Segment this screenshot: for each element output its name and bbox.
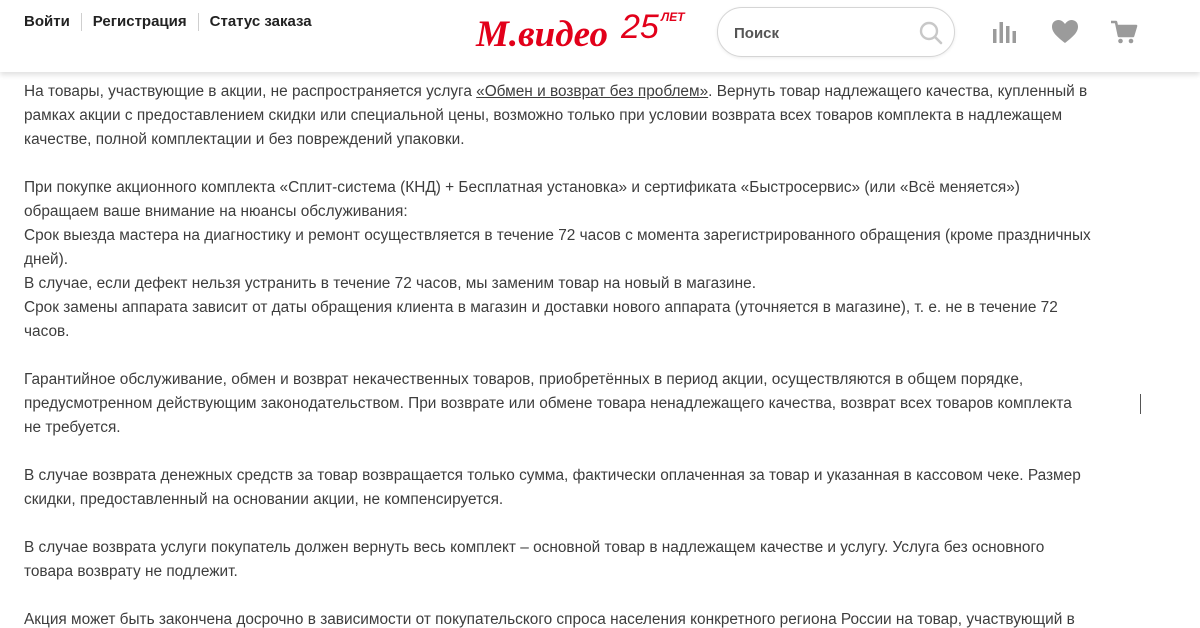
terms-paragraph: В случае возврата услуги покупатель долж… — [24, 536, 1164, 584]
compare-icon[interactable] — [990, 17, 1020, 47]
logo-anniversary-word: ЛЕТ — [660, 10, 686, 24]
site-header: Войти Регистрация Статус заказа М.видео … — [0, 0, 1200, 72]
terms-paragraph: На товары, участвующие в акции, не распр… — [24, 80, 1164, 152]
nav-divider — [80, 13, 82, 31]
top-nav: Войти Регистрация Статус заказа — [24, 12, 312, 32]
text-line: качестве, полной комплектации и без повр… — [24, 131, 465, 148]
terms-paragraph: Акция может быть закончена досрочно в за… — [24, 608, 1164, 628]
text-line: рамках акции с предоставлением скидки ил… — [24, 107, 1063, 124]
brand-logo[interactable]: М.видео 25 ЛЕТ — [474, 4, 694, 52]
heart-icon[interactable] — [1050, 17, 1080, 47]
text-line: не требуется. — [24, 419, 121, 436]
text-line: дней). — [24, 251, 69, 268]
promo-terms-text: На товары, участвующие в акции, не распр… — [24, 80, 1164, 628]
register-link[interactable]: Регистрация — [93, 12, 187, 32]
terms-paragraph: Гарантийное обслуживание, обмен и возвра… — [24, 368, 1164, 440]
text-line: товара возврату не подлежит. — [24, 563, 238, 580]
text-fragment: На товары, участвующие в акции, не распр… — [24, 83, 477, 100]
text-line: Гарантийное обслуживание, обмен и возвра… — [24, 371, 1024, 388]
text-line: обращаем ваше внимание на нюансы обслужи… — [24, 203, 408, 220]
cart-icon[interactable] — [1109, 17, 1139, 47]
logo-anniversary-number: 25 — [620, 8, 659, 46]
text-line: В случае возврата услуги покупатель долж… — [24, 539, 1045, 556]
text-line: На товары, участвующие в акции, не распр… — [24, 80, 1164, 104]
text-line: Срок выезда мастера на диагностику и рем… — [24, 227, 1091, 244]
terms-paragraph: В случае возврата денежных средств за то… — [24, 464, 1164, 512]
nav-divider — [197, 13, 199, 31]
text-line: Акция может быть закончена досрочно в за… — [24, 611, 1075, 628]
page: Войти Регистрация Статус заказа М.видео … — [0, 0, 1200, 628]
text-line: При покупке акционного комплекта «Сплит-… — [24, 179, 1020, 196]
text-fragment: . Вернуть товар надлежащего качества, ку… — [708, 83, 1088, 100]
search-icon[interactable] — [918, 20, 944, 46]
terms-paragraph: При покупке акционного комплекта «Сплит-… — [24, 176, 1164, 344]
text-line: В случае, если дефект нельзя устранить в… — [24, 275, 756, 292]
search-box — [717, 7, 955, 57]
text-line: В случае возврата денежных средств за то… — [24, 467, 1081, 484]
text-line: Срок замены аппарата зависит от даты обр… — [24, 299, 1058, 316]
search-input[interactable] — [734, 22, 904, 44]
exchange-return-link[interactable]: «Обмен и возврат без проблем» — [476, 83, 708, 100]
text-line: скидки, предоставленный на основании акц… — [24, 491, 504, 508]
order-status-link[interactable]: Статус заказа — [210, 12, 312, 32]
logo-brand-text: М.видео — [475, 14, 608, 52]
login-link[interactable]: Войти — [24, 12, 70, 32]
text-line: предусмотренном действующим законодатель… — [24, 395, 1072, 412]
text-cursor — [1140, 394, 1141, 414]
brand-logo-graphic: М.видео 25 ЛЕТ — [475, 8, 686, 52]
text-line: часов. — [24, 323, 70, 340]
